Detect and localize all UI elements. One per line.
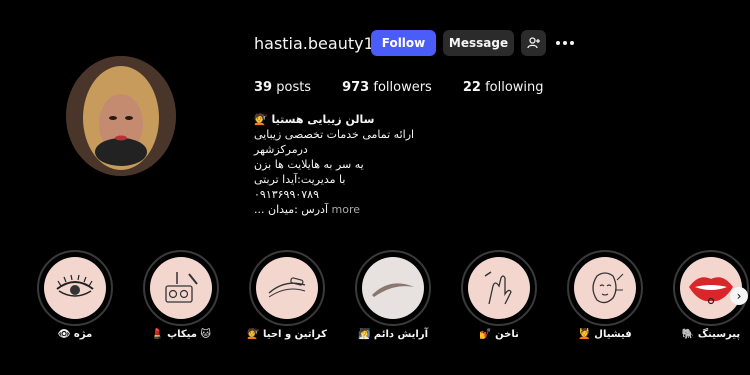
nail-icon bbox=[484, 271, 512, 305]
highlight-label: 🧖 آرایش دائم bbox=[357, 329, 429, 340]
highlight-label: 💇 کراتین و احیا bbox=[247, 329, 327, 340]
chevron-right-icon: › bbox=[736, 289, 742, 303]
bio-line: ارائه تمامی خدمات تخصصی زیبایی درمرکزشهر bbox=[254, 128, 415, 156]
followers-count: 973 bbox=[342, 80, 370, 95]
facial-icon bbox=[592, 272, 624, 304]
profile-bio: سالن زیبایی هستیا 💇 ارائه تمامی خدمات تخ… bbox=[254, 112, 454, 217]
highlight-item[interactable] bbox=[461, 250, 537, 326]
followers-label: followers bbox=[373, 80, 432, 95]
hair-brush-icon bbox=[268, 277, 306, 298]
bio-phone: ۰۹۱۳۶۹۹۰۷۸۹ bbox=[254, 188, 319, 201]
follow-button[interactable]: Follow bbox=[371, 30, 436, 56]
highlight-label: 🐘 پیرسینگ bbox=[681, 329, 741, 340]
eyelash-icon bbox=[56, 274, 94, 297]
eyebrow-icon bbox=[372, 283, 414, 297]
profile-avatar[interactable] bbox=[66, 56, 176, 176]
posts-count: 39 bbox=[254, 80, 273, 95]
posts-label: posts bbox=[276, 80, 312, 95]
highlight-label: 💆 فیشیال bbox=[578, 329, 632, 340]
profile-stats: 39 posts 973 followers 22 following bbox=[254, 80, 575, 95]
message-button[interactable]: Message bbox=[443, 30, 514, 56]
highlight-label: 💅 ناخن bbox=[479, 329, 519, 340]
makeup-brush-icon bbox=[165, 272, 198, 303]
highlight-label: 👁 مژه bbox=[57, 329, 93, 340]
highlight-label: 💄 میکاپ 🐱 bbox=[151, 329, 211, 340]
more-options-icon[interactable] bbox=[554, 34, 576, 52]
highlight-item[interactable] bbox=[249, 250, 325, 326]
bio-line: یه سر به هایلایت ها بزن bbox=[254, 158, 364, 171]
followers-stat[interactable]: 973 followers bbox=[342, 80, 432, 95]
bio-line: آدرس :میدان ... more bbox=[254, 202, 454, 217]
bio-more-link[interactable]: more bbox=[332, 203, 361, 216]
suggested-accounts-button[interactable] bbox=[521, 30, 546, 56]
person-add-icon bbox=[526, 37, 540, 49]
bio-name: سالن زیبایی هستیا 💇 bbox=[254, 113, 375, 126]
highlight-item[interactable] bbox=[355, 250, 431, 326]
bio-line: با مدیریت:آیدا تربتی bbox=[254, 173, 346, 186]
bio-address: آدرس :میدان ... bbox=[254, 203, 329, 216]
highlight-item[interactable] bbox=[143, 250, 219, 326]
highlight-item[interactable] bbox=[567, 250, 643, 326]
profile-photo bbox=[66, 56, 176, 176]
highlights-next-button[interactable]: › bbox=[730, 287, 748, 305]
highlight-item[interactable] bbox=[37, 250, 113, 326]
following-label: following bbox=[485, 80, 544, 95]
following-count: 22 bbox=[462, 80, 481, 95]
following-stat[interactable]: 22 following bbox=[463, 80, 544, 95]
profile-username: hastia.beauty1 bbox=[254, 34, 374, 53]
posts-stat: 39 posts bbox=[254, 80, 311, 95]
lip-piercing-icon bbox=[689, 277, 733, 305]
